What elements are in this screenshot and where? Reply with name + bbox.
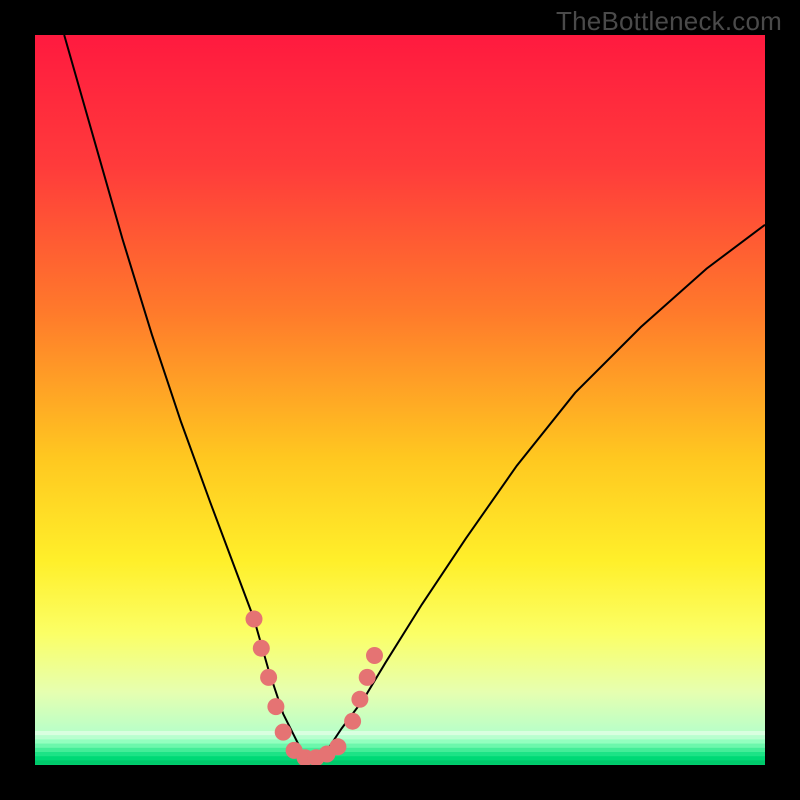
watermark-text: TheBottleneck.com: [556, 6, 782, 37]
plot-area: [35, 35, 765, 765]
green-strip: [35, 731, 765, 765]
chart-svg: [35, 35, 765, 765]
gradient-background: [35, 35, 765, 765]
